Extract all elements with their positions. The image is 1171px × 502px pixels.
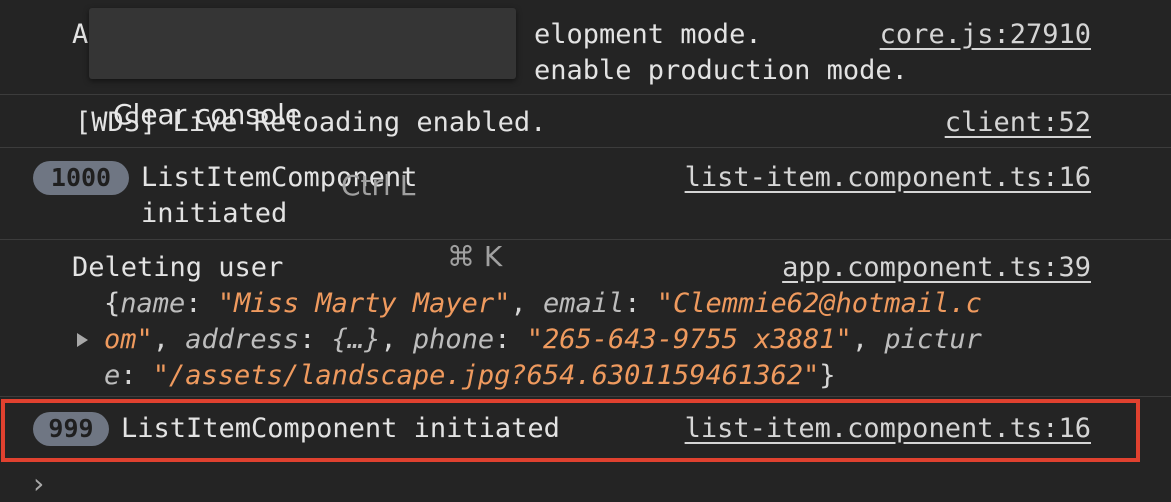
highlight-box (1, 399, 1140, 462)
message-text: elopment mode. (534, 19, 762, 50)
repeat-count-badge: 1000 (33, 161, 129, 195)
object-preview[interactable]: {name: "Miss Marty Mayer", email: "Clemm… (104, 286, 982, 322)
message-text: enable production mode. (534, 55, 908, 86)
console-message: 1000 ListItemComponent initiated list-it… (0, 148, 1171, 240)
message-text: A (72, 19, 89, 50)
shortcut-windows: Ctrl L (341, 169, 416, 202)
source-link[interactable]: client:52 (945, 105, 1091, 141)
source-link[interactable]: app.component.ts:39 (782, 250, 1091, 286)
clear-console-tooltip: Clear console Ctrl L ⌘ K (89, 8, 516, 273)
console-prompt-icon[interactable]: › (30, 467, 47, 500)
object-preview-line[interactable]: e: "/assets/landscape.jpg?654.6301159461… (104, 358, 836, 394)
tooltip-label: Clear console (113, 98, 303, 131)
object-preview-line[interactable]: om", address: {…}, phone: "265-643-9755 … (104, 322, 982, 358)
shortcut-mac: ⌘ K (447, 240, 503, 273)
expand-triangle-icon[interactable] (77, 333, 88, 347)
message-text: initiated (141, 198, 288, 229)
source-link[interactable]: core.js:27910 (880, 17, 1091, 53)
source-link[interactable]: list-item.component.ts:16 (685, 160, 1091, 196)
